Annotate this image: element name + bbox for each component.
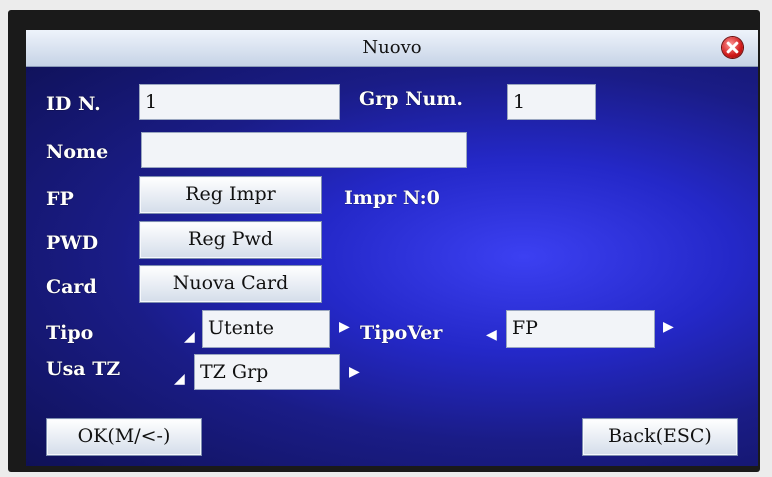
tipover-select[interactable]: FP [506, 310, 655, 348]
title-bar: Nuovo [26, 30, 758, 67]
usa-tz-label: Usa TZ [46, 358, 121, 380]
pwd-label: PWD [46, 232, 99, 254]
nome-field[interactable] [141, 132, 467, 168]
grp-num-field[interactable]: 1 [507, 84, 596, 120]
back-button[interactable]: Back(ESC) [582, 418, 738, 456]
id-label: ID N. [46, 93, 101, 115]
arrow-right-icon[interactable]: ▶ [349, 365, 360, 379]
grp-num-label: Grp Num. [359, 88, 464, 110]
impr-count-text: Impr N:0 [344, 187, 440, 209]
id-field[interactable]: 1 [139, 84, 340, 120]
window-title: Nuovo [362, 37, 422, 58]
arrow-right-icon[interactable]: ▶ [663, 320, 674, 334]
arrow-left-icon[interactable]: ◢ [184, 330, 195, 344]
tipover-label: TipoVer [360, 322, 443, 344]
arrow-left-icon[interactable]: ◀ [486, 328, 497, 342]
card-label: Card [46, 276, 97, 298]
ok-button[interactable]: OK(M/<-) [46, 418, 202, 456]
usa-tz-select[interactable]: TZ Grp [194, 354, 340, 390]
arrow-left-icon[interactable]: ◢ [174, 372, 185, 386]
nome-label: Nome [46, 141, 109, 163]
tipo-label: Tipo [46, 322, 94, 344]
reg-impr-button[interactable]: Reg Impr [139, 176, 322, 214]
device-screen: Nuovo ID N. 1 Grp Num. 1 Nome FP Reg Imp… [26, 30, 758, 466]
tipo-select[interactable]: Utente [202, 310, 330, 348]
nuova-card-button[interactable]: Nuova Card [139, 265, 322, 303]
arrow-right-icon[interactable]: ▶ [339, 320, 350, 334]
close-icon[interactable] [722, 37, 743, 58]
fp-label: FP [46, 188, 74, 210]
reg-pwd-button[interactable]: Reg Pwd [139, 221, 322, 259]
